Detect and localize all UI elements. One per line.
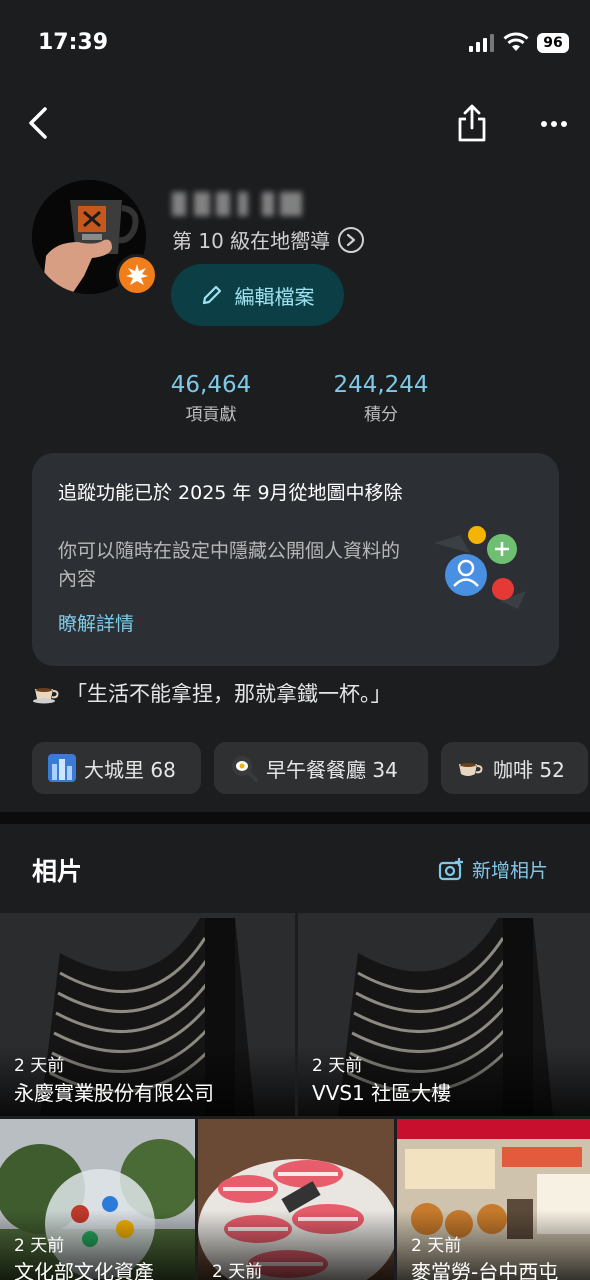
contributions-count: 46,464	[170, 372, 252, 398]
local-guide-level-text: 第 10 級在地嚮導	[172, 229, 331, 253]
points-count: 244,244	[333, 372, 429, 398]
photo-place: 文化部文化資產	[14, 1260, 154, 1280]
coffee-cup-icon	[33, 688, 59, 704]
status-time: 17:39	[38, 30, 109, 55]
notice-title: 追蹤功能已於 2025 年 9月從地圖中移除	[58, 482, 403, 504]
contributions-stat[interactable]: 46,464 項貢獻	[158, 372, 264, 425]
chip-label: 早午餐餐廳 34	[266, 757, 398, 782]
coffee-icon	[457, 754, 485, 782]
photo-tile[interactable]: 2 天前 麥當勞-台中西屯	[397, 1119, 590, 1280]
more-horizontal-icon	[541, 121, 567, 127]
local-guide-level-link[interactable]: 第 10 級在地嚮導	[172, 225, 365, 254]
chevron-left-icon	[29, 107, 47, 139]
notice-description: 你可以隨時在設定中隱藏公開個人資料的內容	[58, 540, 401, 590]
photo-tile[interactable]: 2 天前 VVS1 社區大樓	[298, 913, 590, 1116]
chip-label: 大城里 68	[84, 757, 176, 782]
profile-people-illustration-icon	[434, 526, 526, 609]
photo-date: 2 天前	[14, 1056, 65, 1076]
section-divider	[0, 812, 590, 824]
photo-place: VVS1 社區大樓	[312, 1081, 452, 1105]
photo-tile[interactable]: 2 天前	[198, 1119, 394, 1280]
add-photo-label: 新增相片	[472, 860, 549, 882]
points-label: 積分	[364, 405, 398, 425]
city-icon	[48, 754, 76, 782]
edit-profile-label: 編輯檔案	[234, 284, 315, 309]
chip-dacheng-village[interactable]: 大城里 68	[32, 742, 201, 794]
photo-tile[interactable]: 2 天前 文化部文化資產	[0, 1119, 195, 1280]
local-guide-badge-icon	[116, 254, 158, 296]
share-icon	[458, 104, 486, 142]
share-button[interactable]	[450, 100, 494, 146]
chip-coffee[interactable]: 咖啡 52	[441, 742, 588, 794]
cellular-signal-icon	[469, 34, 495, 52]
more-options-button[interactable]	[532, 104, 576, 144]
username	[172, 192, 302, 216]
bio-text: 「生活不能拿捏，那就拿鐵一杯。」	[66, 682, 392, 706]
photo-date: 2 天前	[312, 1056, 363, 1076]
contributions-label: 項貢獻	[185, 405, 237, 425]
frying-pan-icon	[230, 754, 258, 782]
photo-place: 麥當勞-台中西屯	[411, 1260, 559, 1280]
photo-tile[interactable]: 2 天前 永慶實業股份有限公司	[0, 913, 295, 1116]
top-nav	[0, 100, 590, 150]
add-photo-icon	[438, 857, 463, 880]
pencil-icon	[202, 285, 221, 305]
follow-removed-notice-card: 追蹤功能已於 2025 年 9月從地圖中移除 你可以隨時在設定中隱藏公開個人資料…	[32, 453, 559, 666]
chip-label: 咖啡 52	[493, 757, 565, 782]
battery-indicator: 96	[537, 33, 569, 53]
points-stat[interactable]: 244,244 積分	[320, 372, 442, 425]
photo-place: 永慶實業股份有限公司	[14, 1081, 214, 1105]
photo-date: 2 天前	[212, 1262, 263, 1280]
edit-profile-button[interactable]: 編輯檔案	[171, 264, 344, 326]
back-button[interactable]	[18, 100, 58, 146]
profile-bio: 「生活不能拿捏，那就拿鐵一杯。」	[32, 678, 392, 708]
wifi-icon	[503, 32, 529, 51]
chip-brunch-restaurants[interactable]: 早午餐餐廳 34	[214, 742, 428, 794]
status-bar: 17:39 96	[0, 0, 590, 88]
add-photo-button[interactable]: 新增相片	[438, 856, 548, 883]
photo-date: 2 天前	[14, 1236, 65, 1256]
learn-more-link[interactable]: 瞭解詳情	[58, 609, 134, 636]
photos-heading: 相片	[32, 857, 83, 886]
photo-date: 2 天前	[411, 1236, 462, 1256]
chevron-right-icon	[338, 226, 365, 253]
